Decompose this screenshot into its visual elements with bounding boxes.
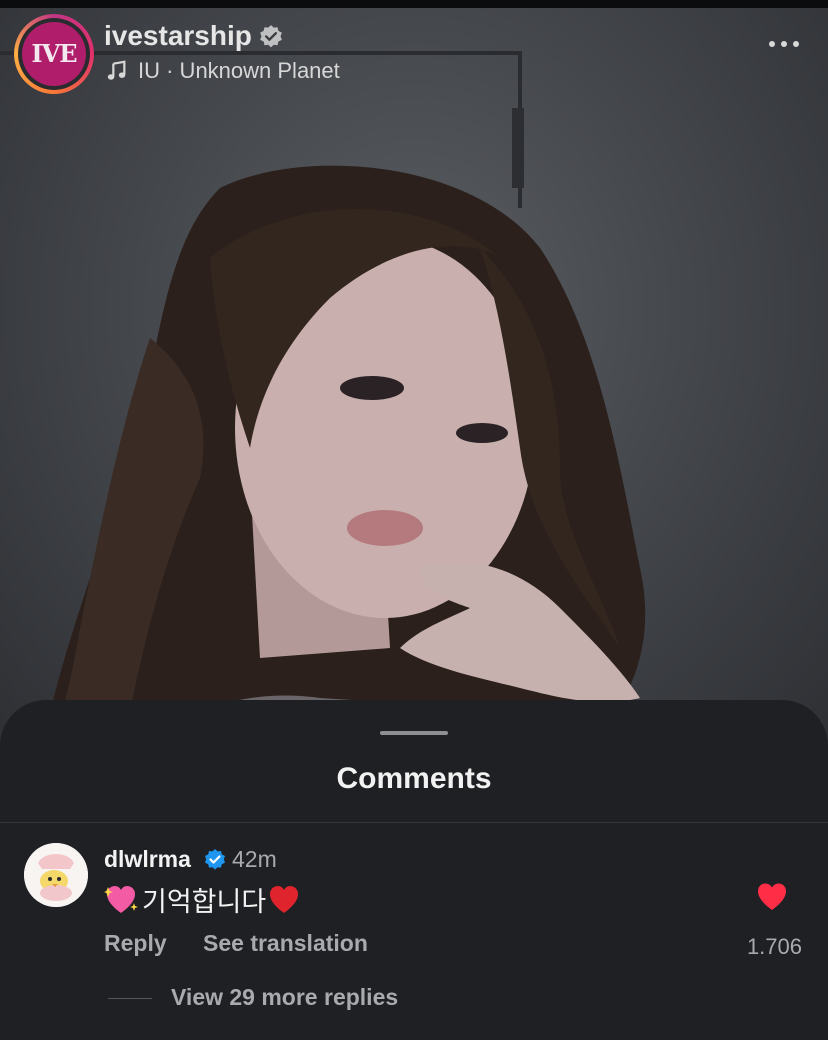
comment-timestamp: 42m: [232, 846, 277, 872]
view-replies-button[interactable]: View 29 more replies: [171, 984, 398, 1011]
title-divider: [0, 822, 828, 823]
comment-text: 기억합니다: [104, 880, 300, 919]
replies-divider-line: [108, 998, 152, 999]
comments-sheet: Comments dlwlrma 42m 기억합니다 Reply See tra…: [0, 700, 828, 1040]
see-translation-button[interactable]: See translation: [203, 930, 368, 957]
comment-body: 기억합니다: [142, 887, 267, 917]
sheet-drag-handle[interactable]: [380, 731, 448, 735]
reply-button[interactable]: Reply: [104, 930, 167, 957]
verified-badge-icon: [260, 25, 282, 48]
music-track-label[interactable]: IU · Unknown Planet: [138, 58, 340, 84]
post-header: IVE ivestarship IU · Unknown Planet: [0, 8, 828, 98]
red-heart-icon: [270, 885, 299, 913]
status-strip: [0, 0, 828, 8]
music-note-icon: [107, 60, 126, 80]
profile-avatar[interactable]: IVE: [14, 14, 94, 94]
verified-badge-icon: [205, 849, 225, 870]
commenter-avatar[interactable]: [24, 843, 88, 907]
sheet-title: Comments: [336, 762, 492, 795]
ive-logo: IVE: [22, 22, 86, 86]
post-photo: [0, 51, 680, 760]
post-username[interactable]: ivestarship: [104, 20, 252, 52]
heart-filled-icon[interactable]: [756, 882, 788, 912]
post-video-frame[interactable]: [0, 8, 828, 760]
sparkling-heart-icon: [104, 885, 138, 913]
like-count: 1.706: [746, 934, 802, 959]
comment-username[interactable]: dlwlrma: [104, 846, 191, 873]
duck-avatar-icon: [24, 843, 88, 907]
more-options-icon[interactable]: [766, 38, 802, 50]
